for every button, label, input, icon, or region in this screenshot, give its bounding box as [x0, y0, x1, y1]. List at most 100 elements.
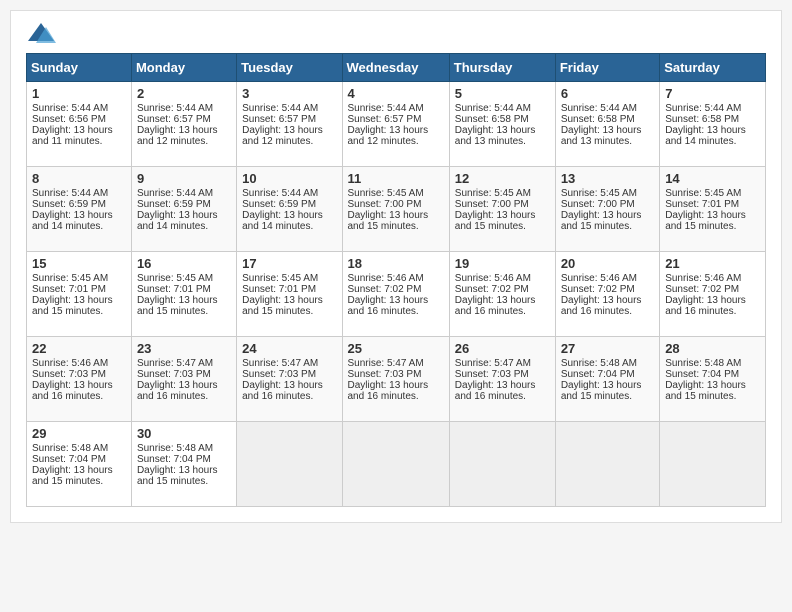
sunset-text: Sunset: 6:59 PM [137, 199, 231, 210]
calendar-day-cell: 4Sunrise: 5:44 AMSunset: 6:57 PMDaylight… [342, 82, 449, 167]
calendar-day-cell: 8Sunrise: 5:44 AMSunset: 6:59 PMDaylight… [27, 167, 132, 252]
calendar-day-cell: 3Sunrise: 5:44 AMSunset: 6:57 PMDaylight… [237, 82, 342, 167]
calendar-day-cell: 7Sunrise: 5:44 AMSunset: 6:58 PMDaylight… [660, 82, 766, 167]
sunset-text: Sunset: 7:04 PM [561, 369, 654, 380]
logo-icon [26, 21, 56, 45]
day-number: 7 [665, 86, 760, 101]
day-header-monday: Monday [131, 54, 236, 82]
sunrise-text: Sunrise: 5:44 AM [242, 103, 336, 114]
day-number: 11 [348, 171, 444, 186]
day-number: 22 [32, 341, 126, 356]
daylight-text: Daylight: 13 hours and 16 minutes. [455, 295, 550, 317]
sunrise-text: Sunrise: 5:44 AM [137, 103, 231, 114]
sunset-text: Sunset: 7:01 PM [137, 284, 231, 295]
sunrise-text: Sunrise: 5:44 AM [455, 103, 550, 114]
calendar-day-cell: 14Sunrise: 5:45 AMSunset: 7:01 PMDayligh… [660, 167, 766, 252]
day-number: 27 [561, 341, 654, 356]
calendar-day-cell: 22Sunrise: 5:46 AMSunset: 7:03 PMDayligh… [27, 337, 132, 422]
calendar-day-cell: 20Sunrise: 5:46 AMSunset: 7:02 PMDayligh… [555, 252, 659, 337]
calendar-day-cell: 21 Sunrise: 5:46 AMSunset: 7:02 PMDayligh… [660, 252, 766, 337]
sunset-text: Sunset: 7:03 PM [242, 369, 336, 380]
day-number: 24 [242, 341, 336, 356]
daylight-text: Daylight: 13 hours and 16 minutes. [348, 295, 444, 317]
sunrise-text: Sunrise: 5:44 AM [561, 103, 654, 114]
sunset-text: Sunset: 7:00 PM [455, 199, 550, 210]
sunset-text: Sunset: 6:59 PM [242, 199, 336, 210]
sunrise-text: Sunrise: 5:45 AM [665, 188, 760, 199]
sunset-text: Sunset: 7:02 PM [665, 284, 760, 295]
calendar-week-row: 15Sunrise: 5:45 AMSunset: 7:01 PMDayligh… [27, 252, 766, 337]
calendar-week-row: 29Sunrise: 5:48 AMSunset: 7:04 PMDayligh… [27, 422, 766, 507]
sunrise-text: Sunrise: 5:48 AM [137, 443, 231, 454]
sunset-text: Sunset: 7:03 PM [32, 369, 126, 380]
calendar-day-cell [342, 422, 449, 507]
sunrise-text: Sunrise: 5:45 AM [137, 273, 231, 284]
calendar-day-cell: 18Sunrise: 5:46 AMSunset: 7:02 PMDayligh… [342, 252, 449, 337]
daylight-text: Daylight: 13 hours and 15 minutes. [455, 210, 550, 232]
sunrise-text: Sunrise: 5:45 AM [348, 188, 444, 199]
sunrise-text: Sunrise: 5:44 AM [665, 103, 760, 114]
sunset-text: Sunset: 7:03 PM [455, 369, 550, 380]
calendar-page: SundayMondayTuesdayWednesdayThursdayFrid… [10, 10, 782, 523]
daylight-text: Daylight: 13 hours and 15 minutes. [137, 295, 231, 317]
daylight-text: Daylight: 13 hours and 13 minutes. [455, 125, 550, 147]
sunrise-text: Sunrise: 5:46 AM [455, 273, 550, 284]
sunrise-text: Sunrise: 5:48 AM [32, 443, 126, 454]
day-number: 5 [455, 86, 550, 101]
calendar-day-cell: 30Sunrise: 5:48 AMSunset: 7:04 PMDayligh… [131, 422, 236, 507]
sunrise-text: Sunrise: 5:44 AM [348, 103, 444, 114]
calendar-day-cell [660, 422, 766, 507]
calendar-day-cell: 16 Sunrise: 5:45 AMSunset: 7:01 PMDayligh… [131, 252, 236, 337]
sunset-text: Sunset: 6:59 PM [32, 199, 126, 210]
daylight-text: Daylight: 13 hours and 14 minutes. [242, 210, 336, 232]
day-number: 4 [348, 86, 444, 101]
sunrise-text: Sunrise: 5:46 AM [665, 273, 760, 284]
calendar-day-cell [555, 422, 659, 507]
daylight-text: Daylight: 13 hours and 15 minutes. [561, 210, 654, 232]
sunset-text: Sunset: 7:02 PM [455, 284, 550, 295]
calendar-day-cell: 24Sunrise: 5:47 AMSunset: 7:03 PMDayligh… [237, 337, 342, 422]
day-number: 25 [348, 341, 444, 356]
daylight-text: Daylight: 13 hours and 15 minutes. [32, 295, 126, 317]
header [26, 21, 766, 45]
sunrise-text: Sunrise: 5:47 AM [137, 358, 231, 369]
logo [26, 21, 60, 45]
daylight-text: Daylight: 13 hours and 16 minutes. [665, 295, 760, 317]
sunset-text: Sunset: 7:04 PM [32, 454, 126, 465]
daylight-text: Daylight: 13 hours and 15 minutes. [137, 465, 231, 487]
calendar-week-row: 1Sunrise: 5:44 AMSunset: 6:56 PMDaylight… [27, 82, 766, 167]
day-number: 26 [455, 341, 550, 356]
sunrise-text: Sunrise: 5:44 AM [242, 188, 336, 199]
sunset-text: Sunset: 7:01 PM [242, 284, 336, 295]
sunset-text: Sunset: 6:57 PM [242, 114, 336, 125]
sunset-text: Sunset: 6:57 PM [348, 114, 444, 125]
daylight-text: Daylight: 13 hours and 14 minutes. [665, 125, 760, 147]
sunrise-text: Sunrise: 5:46 AM [32, 358, 126, 369]
sunset-text: Sunset: 7:00 PM [348, 199, 444, 210]
calendar-day-cell: 23Sunrise: 5:47 AMSunset: 7:03 PMDayligh… [131, 337, 236, 422]
day-number: 17 [242, 256, 336, 271]
sunrise-text: Sunrise: 5:44 AM [32, 188, 126, 199]
day-number: 2 [137, 86, 231, 101]
day-number: 21 [665, 256, 760, 271]
daylight-text: Daylight: 13 hours and 15 minutes. [665, 210, 760, 232]
calendar-day-cell: 25Sunrise: 5:47 AMSunset: 7:03 PMDayligh… [342, 337, 449, 422]
calendar-week-row: 8Sunrise: 5:44 AMSunset: 6:59 PMDaylight… [27, 167, 766, 252]
sunrise-text: Sunrise: 5:45 AM [561, 188, 654, 199]
sunrise-text: Sunrise: 5:48 AM [561, 358, 654, 369]
daylight-text: Daylight: 13 hours and 16 minutes. [561, 295, 654, 317]
sunset-text: Sunset: 6:58 PM [455, 114, 550, 125]
day-number: 15 [32, 256, 126, 271]
day-number: 16 [137, 256, 231, 271]
day-number: 30 [137, 426, 231, 441]
daylight-text: Daylight: 13 hours and 16 minutes. [348, 380, 444, 402]
calendar-day-cell: 15Sunrise: 5:45 AMSunset: 7:01 PMDayligh… [27, 252, 132, 337]
day-number: 20 [561, 256, 654, 271]
sunset-text: Sunset: 6:56 PM [32, 114, 126, 125]
sunrise-text: Sunrise: 5:48 AM [665, 358, 760, 369]
day-number: 18 [348, 256, 444, 271]
calendar-day-cell: 28Sunrise: 5:48 AMSunset: 7:04 PMDayligh… [660, 337, 766, 422]
calendar-table: SundayMondayTuesdayWednesdayThursdayFrid… [26, 53, 766, 507]
sunrise-text: Sunrise: 5:47 AM [242, 358, 336, 369]
day-number: 13 [561, 171, 654, 186]
